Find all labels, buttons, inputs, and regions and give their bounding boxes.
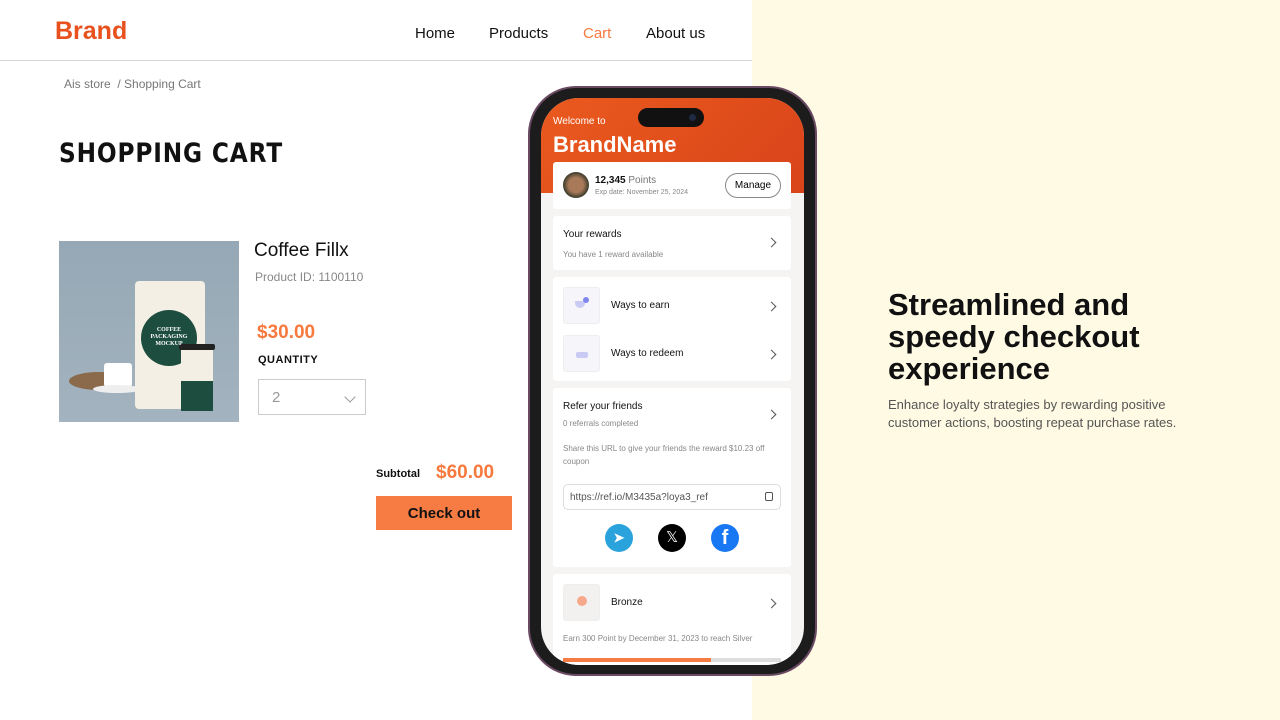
nav-home[interactable]: Home (415, 25, 455, 42)
tier-progress-fill (563, 658, 712, 662)
page-title: SHOPPING CART (59, 138, 284, 169)
nav-products[interactable]: Products (489, 25, 548, 42)
welcome-text: Welcome to (553, 116, 606, 127)
rewards-title: Your rewards (563, 229, 622, 240)
tier-name: Bronze (611, 597, 643, 608)
chevron-right-icon (766, 598, 777, 609)
points-label: Points (628, 175, 657, 186)
subtotal-value: $60.00 (436, 462, 495, 483)
subtotal-label: Subtotal (376, 468, 420, 480)
breadcrumb-current: / Shopping Cart (117, 77, 201, 91)
manage-button[interactable]: Manage (725, 173, 781, 198)
facebook-icon[interactable]: f (711, 524, 739, 552)
tier-progress-bar (563, 658, 781, 662)
refer-card: Refer your friends 0 referrals completed… (553, 388, 791, 567)
nav-cart[interactable]: Cart (583, 25, 611, 42)
brand-logo[interactable]: Brand (55, 17, 127, 46)
earn-redeem-card: Ways to earn Ways to redeem (553, 277, 791, 381)
medal-icon (563, 584, 600, 621)
tier-card[interactable]: Bronze Earn 300 Point by December 31, 20… (553, 574, 791, 665)
points-exp: Exp date: November 25, 2024 (595, 189, 689, 196)
app-brand-name: BrandName (553, 132, 677, 157)
refer-sub: 0 referrals completed (563, 419, 639, 428)
product-image-label: COFFEE PACKAGING MOCKUP (150, 327, 188, 347)
tier-desc: Earn 300 Point by December 31, 2023 to r… (563, 634, 753, 643)
top-nav: Brand Home Products Cart About us (0, 0, 752, 61)
ways-to-earn-label: Ways to earn (611, 300, 670, 311)
product-id: Product ID: 1100110 (255, 270, 364, 284)
points-value: 12,345 (595, 175, 626, 186)
earn-icon (563, 287, 600, 324)
avatar (563, 172, 589, 198)
breadcrumb: Ais store / Shopping Cart (64, 77, 201, 91)
chevron-right-icon[interactable] (766, 409, 777, 420)
promo-headline: Streamlined and speedy checkout experien… (888, 287, 1140, 386)
phone-screen: Welcome to BrandName 12,345 Points Exp d… (541, 98, 804, 665)
chevron-right-icon (766, 237, 777, 248)
copy-icon[interactable] (765, 492, 773, 501)
quantity-value: 2 (272, 389, 281, 406)
phone-mockup: Welcome to BrandName 12,345 Points Exp d… (528, 86, 817, 676)
refer-title: Refer your friends (563, 401, 643, 412)
rewards-card[interactable]: Your rewards You have 1 reward available (553, 216, 791, 270)
chevron-right-icon (766, 349, 777, 360)
chevron-down-icon (344, 391, 356, 403)
telegram-icon[interactable]: ➤ (605, 524, 633, 552)
promo-body: Enhance loyalty strategies by rewarding … (888, 397, 1177, 430)
nav-about[interactable]: About us (646, 25, 705, 42)
social-share: ➤ 𝕏 f (605, 524, 745, 552)
product-image: COFFEE PACKAGING MOCKUP (59, 241, 239, 422)
rewards-sub: You have 1 reward available (563, 250, 664, 259)
points-line: 12,345 Points (595, 175, 656, 186)
breadcrumb-store[interactable]: Ais store (64, 77, 111, 91)
x-icon[interactable]: 𝕏 (658, 524, 686, 552)
referral-url: https://ref.io/M3435a?loya3_ref (570, 492, 708, 503)
product-name[interactable]: Coffee Fillx (254, 240, 349, 262)
refer-desc: Share this URL to give your friends the … (563, 444, 765, 466)
redeem-icon (563, 335, 600, 372)
chevron-right-icon (766, 301, 777, 312)
points-card: 12,345 Points Exp date: November 25, 202… (553, 162, 791, 209)
ways-to-redeem-label: Ways to redeem (611, 348, 684, 359)
quantity-select[interactable]: 2 (258, 379, 366, 415)
dynamic-island (638, 108, 704, 127)
quantity-label: QUANTITY (258, 354, 319, 366)
checkout-button[interactable]: Check out (376, 496, 512, 530)
referral-url-field[interactable]: https://ref.io/M3435a?loya3_ref (563, 484, 781, 510)
product-price: $30.00 (257, 322, 316, 343)
